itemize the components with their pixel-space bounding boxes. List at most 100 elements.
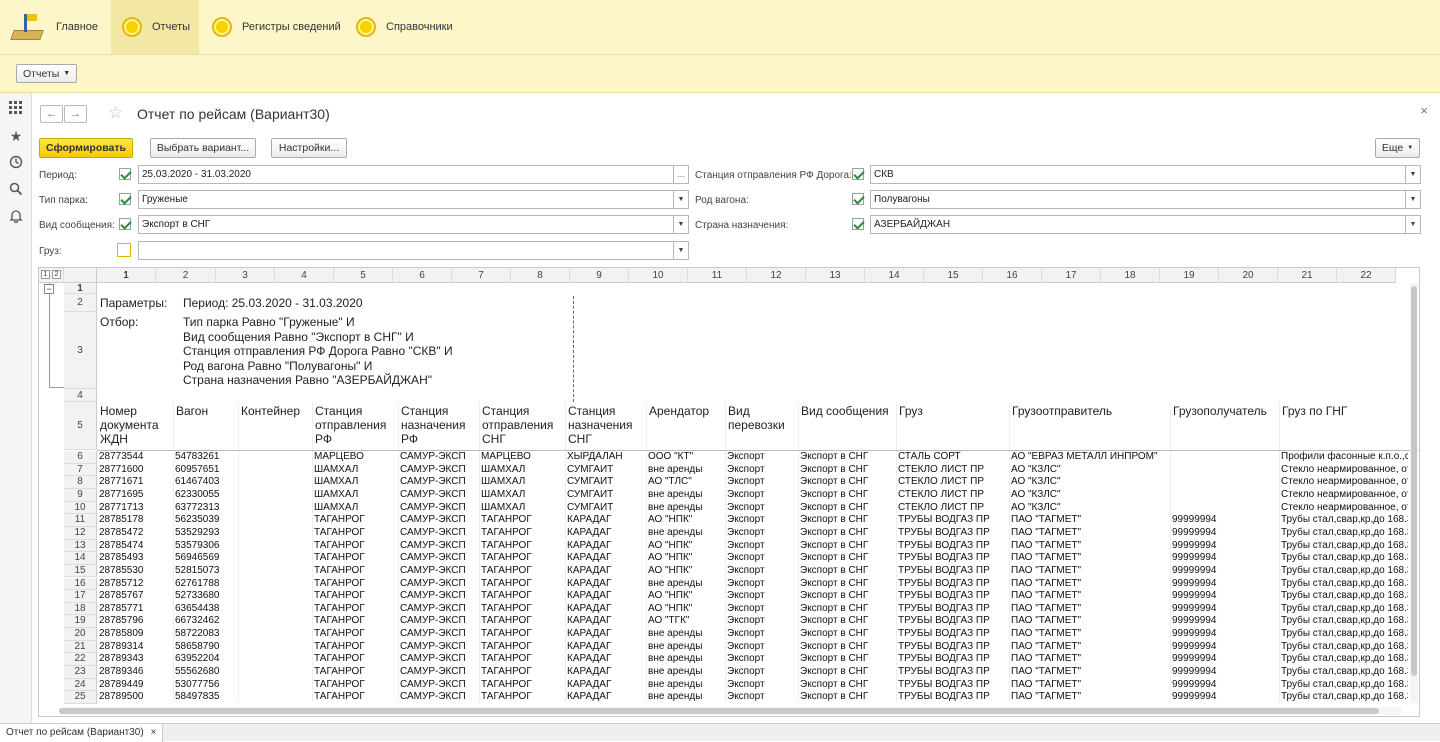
table-cell[interactable]: 53579306 — [175, 540, 237, 552]
search-icon[interactable] — [8, 182, 24, 198]
table-cell[interactable]: КАРАДАГ — [567, 514, 645, 526]
table-cell[interactable]: Экспорт — [727, 552, 797, 564]
table-cell[interactable]: САМУР-ЭКСП — [400, 679, 478, 691]
table-cell[interactable]: ТРУБЫ ВОДГАЗ ПР — [898, 578, 1008, 590]
row-header[interactable]: 1 — [64, 283, 97, 294]
column-header[interactable]: 8 — [511, 268, 570, 283]
table-cell[interactable]: 52815073 — [175, 565, 237, 577]
table-cell[interactable]: 99999994 — [1172, 603, 1278, 615]
table-cell[interactable]: ПАО "ТАГМЕТ" — [1011, 527, 1169, 539]
table-cell[interactable]: ТРУБЫ ВОДГАЗ ПР — [898, 666, 1008, 678]
params-value[interactable]: Период: 25.03.2020 - 31.03.2020 — [183, 296, 433, 311]
column-header[interactable]: 7 — [452, 268, 511, 283]
corner-cell[interactable] — [64, 268, 97, 283]
table-cell[interactable]: ТАГАНРОГ — [314, 641, 397, 653]
wagon-kind-dropdown[interactable]: ▼ — [1406, 190, 1421, 209]
table-cell[interactable]: КАРАДАГ — [567, 615, 645, 627]
table-cell[interactable]: Трубы стал,свар,кр,до 168.3 — [1281, 615, 1408, 627]
table-cell[interactable]: КАРАДАГ — [567, 691, 645, 703]
departure-station-checkbox[interactable] — [852, 168, 864, 180]
wagon-kind-checkbox[interactable] — [852, 193, 864, 205]
table-cell[interactable]: 66732462 — [175, 615, 237, 627]
table-cell[interactable]: 28789343 — [99, 653, 172, 665]
table-cell[interactable]: Экспорт — [727, 691, 797, 703]
table-cell[interactable]: вне аренды — [648, 489, 724, 501]
column-header[interactable]: 14 — [865, 268, 924, 283]
table-cell[interactable]: СТЕКЛО ЛИСТ ПР — [898, 476, 1008, 488]
table-header-cell[interactable]: Номер документа ЖДН — [100, 404, 172, 446]
table-cell[interactable]: 99999994 — [1172, 666, 1278, 678]
filter-line[interactable]: Тип парка Равно "Груженые" И — [183, 315, 503, 330]
table-cell[interactable]: АО "КЗЛС" — [1011, 502, 1169, 514]
table-cell[interactable]: 99999994 — [1172, 590, 1278, 602]
table-cell[interactable]: Экспорт в СНГ — [800, 628, 895, 640]
table-cell[interactable]: Трубы стал,свар,кр,до 168.3 — [1281, 540, 1408, 552]
table-header-cell[interactable]: Станция отправления СНГ — [482, 404, 564, 446]
table-cell[interactable]: Стекло неармированное, от — [1281, 476, 1408, 488]
table-header-cell[interactable]: Груз по ГНГ — [1282, 404, 1408, 418]
table-cell[interactable]: Экспорт в СНГ — [800, 691, 895, 703]
row-header[interactable]: 24 — [64, 678, 97, 692]
table-cell[interactable]: КАРАДАГ — [567, 603, 645, 615]
table-cell[interactable]: вне аренды — [648, 628, 724, 640]
column-header[interactable]: 16 — [983, 268, 1042, 283]
table-cell[interactable]: 99999994 — [1172, 615, 1278, 627]
table-cell[interactable]: САМУР-ЭКСП — [400, 590, 478, 602]
table-cell[interactable]: ПАО "ТАГМЕТ" — [1011, 590, 1169, 602]
table-cell[interactable]: Экспорт — [727, 476, 797, 488]
table-cell[interactable]: Трубы стал,свар,кр,до 168.3 — [1281, 527, 1408, 539]
table-header-cell[interactable]: Вид сообщения — [801, 404, 895, 418]
park-type-dropdown[interactable]: ▼ — [674, 190, 689, 209]
table-cell[interactable]: АО "НПК" — [648, 590, 724, 602]
section-registers[interactable]: Регистры сведений — [212, 0, 344, 54]
history-icon[interactable] — [8, 155, 24, 171]
table-cell[interactable]: 28789449 — [99, 679, 172, 691]
table-header-cell[interactable]: Вид перевозки — [728, 404, 797, 432]
report-spreadsheet[interactable]: 1 2 1 2 3 4 5 6 7 8 9 10 11 12 13 14 15 16 17 18 19 20 21 22 … — [38, 267, 1420, 717]
table-cell[interactable]: 61467403 — [175, 476, 237, 488]
table-cell[interactable]: СТЕКЛО ЛИСТ ПР — [898, 464, 1008, 476]
table-cell[interactable]: САМУР-ЭКСП — [400, 514, 478, 526]
table-cell[interactable]: Экспорт в СНГ — [800, 565, 895, 577]
table-cell[interactable]: ПАО "ТАГМЕТ" — [1011, 628, 1169, 640]
collapse-group-button[interactable]: − — [44, 284, 54, 294]
table-cell[interactable]: 28771600 — [99, 464, 172, 476]
table-cell[interactable]: САМУР-ЭКСП — [400, 552, 478, 564]
row-header[interactable]: 9 — [64, 488, 97, 502]
group-level-1-button[interactable]: 1 — [41, 270, 50, 279]
table-cell[interactable]: Экспорт в СНГ — [800, 527, 895, 539]
row-header[interactable]: 12 — [64, 526, 97, 540]
table-cell[interactable]: Стекло неармированное, от — [1281, 464, 1408, 476]
table-cell[interactable]: ПАО "ТАГМЕТ" — [1011, 552, 1169, 564]
table-cell[interactable]: КАРАДАГ — [567, 565, 645, 577]
table-cell[interactable]: Экспорт — [727, 603, 797, 615]
table-cell[interactable]: ТАГАНРОГ — [314, 527, 397, 539]
destination-country-input[interactable]: АЗЕРБАЙДЖАН — [870, 215, 1406, 234]
table-cell[interactable]: 99999994 — [1172, 653, 1278, 665]
table-cell[interactable]: КАРАДАГ — [567, 590, 645, 602]
table-cell[interactable]: ТРУБЫ ВОДГАЗ ПР — [898, 565, 1008, 577]
table-cell[interactable]: Экспорт в СНГ — [800, 666, 895, 678]
table-cell[interactable]: Экспорт — [727, 464, 797, 476]
table-cell[interactable]: ТАГАНРОГ — [481, 691, 564, 703]
table-cell[interactable]: 28773544 — [99, 451, 172, 463]
table-cell[interactable]: ШАМХАЛ — [481, 476, 564, 488]
table-cell[interactable]: 28785493 — [99, 552, 172, 564]
row-header[interactable]: 15 — [64, 564, 97, 578]
park-type-checkbox[interactable] — [119, 193, 131, 205]
table-header-cell[interactable]: Станция отправления РФ — [315, 404, 397, 446]
table-cell[interactable]: АО "НПК" — [648, 552, 724, 564]
row-header[interactable]: 7 — [64, 463, 97, 477]
section-reports[interactable]: Отчеты — [111, 0, 199, 54]
table-cell[interactable]: ШАМХАЛ — [314, 502, 397, 514]
cargo-input[interactable] — [138, 241, 674, 260]
table-cell[interactable]: ПАО "ТАГМЕТ" — [1011, 653, 1169, 665]
table-cell[interactable]: 28771713 — [99, 502, 172, 514]
table-cell[interactable]: САМУР-ЭКСП — [400, 451, 478, 463]
row-header[interactable]: 22 — [64, 653, 97, 667]
table-cell[interactable]: 53529293 — [175, 527, 237, 539]
table-cell[interactable]: КАРАДАГ — [567, 628, 645, 640]
table-cell[interactable]: Трубы стал,свар,кр,до 168.3 — [1281, 653, 1408, 665]
table-cell[interactable]: ТРУБЫ ВОДГАЗ ПР — [898, 641, 1008, 653]
favorites-star-icon[interactable]: ★ — [8, 128, 24, 144]
